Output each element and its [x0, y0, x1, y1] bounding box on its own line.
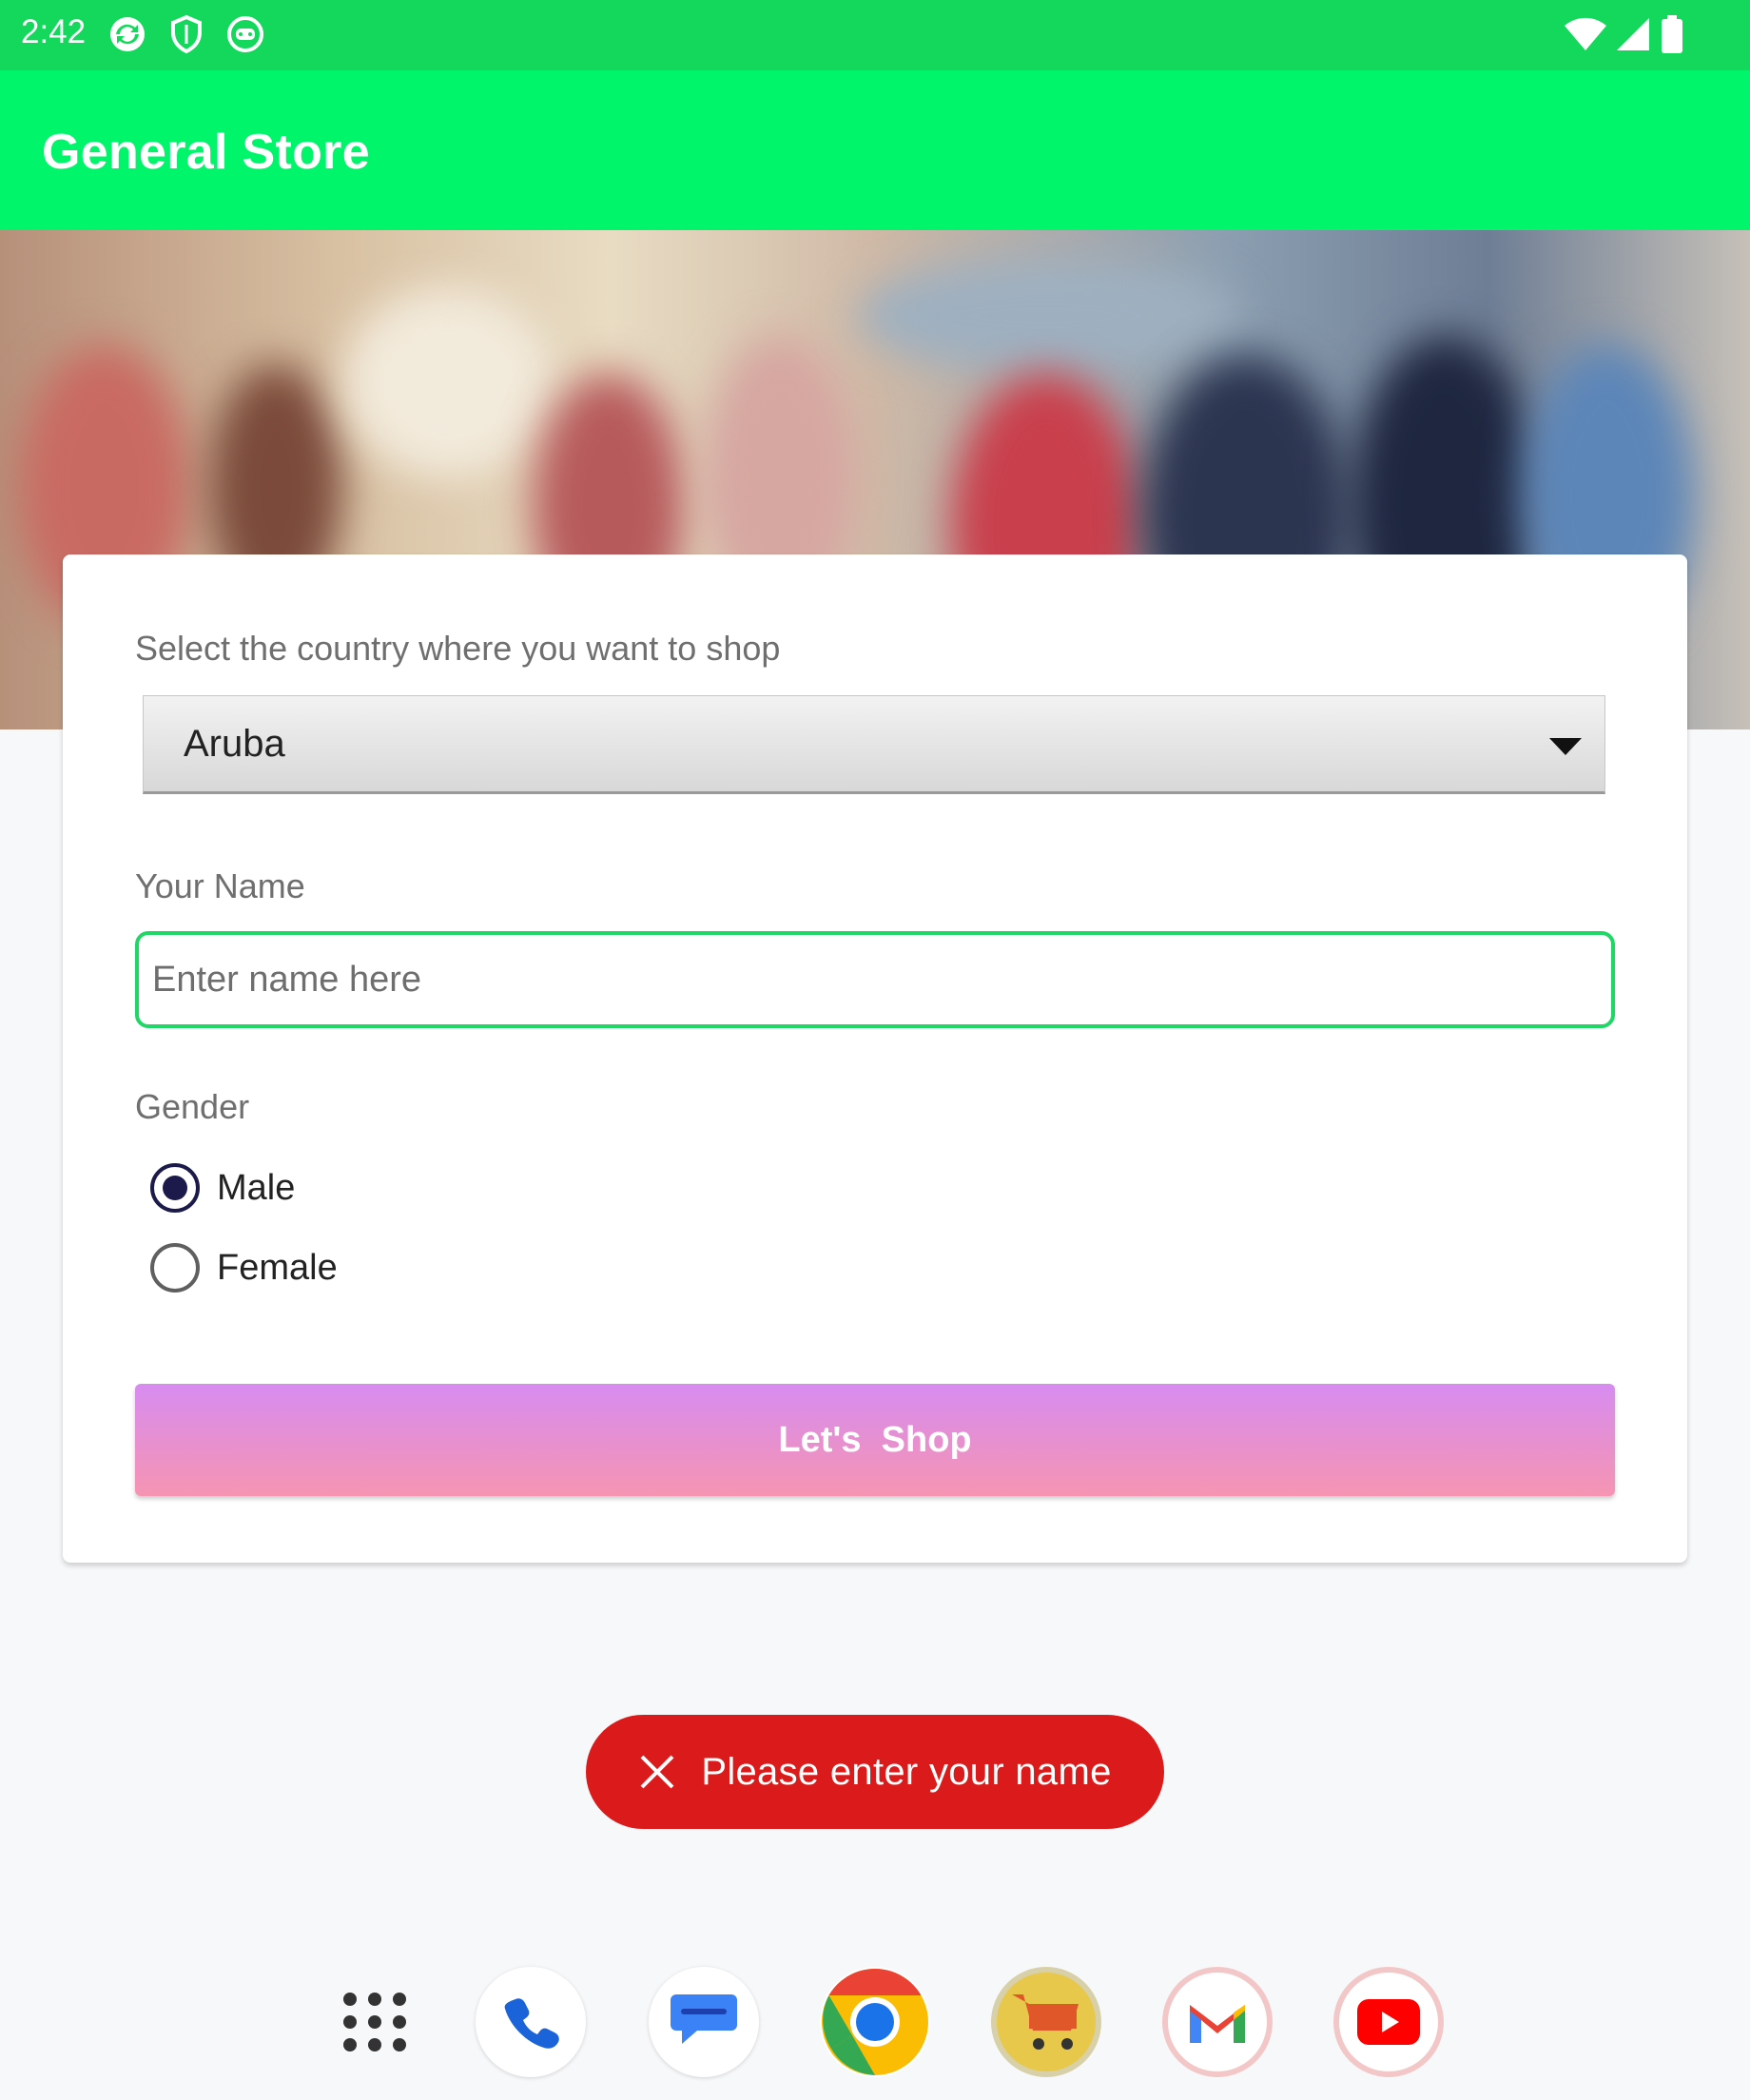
form-card: Select the country where you want to sho… [63, 554, 1687, 1563]
shopping-cart-icon[interactable] [991, 1967, 1101, 2077]
app-drawer-icon[interactable] [320, 1967, 430, 2077]
radio-male[interactable]: Male [150, 1163, 295, 1213]
radio-female-label: Female [217, 1247, 338, 1288]
lets-shop-button[interactable]: Let's Shop [135, 1384, 1615, 1496]
robot-icon [227, 16, 263, 52]
signal-icon [1617, 18, 1649, 50]
radio-female-button[interactable] [150, 1243, 200, 1293]
battery-icon [1662, 15, 1682, 53]
phone-icon[interactable] [476, 1967, 586, 2077]
youtube-icon[interactable] [1333, 1967, 1444, 2077]
error-toast: Please enter your name [586, 1715, 1164, 1829]
country-label: Select the country where you want to sho… [135, 629, 781, 668]
name-label: Your Name [135, 866, 305, 905]
app-bar: General Store [0, 70, 1750, 230]
gender-label: Gender [135, 1087, 250, 1126]
radio-female[interactable]: Female [150, 1243, 338, 1293]
name-input[interactable] [135, 931, 1615, 1028]
country-dropdown[interactable]: Aruba [143, 695, 1605, 794]
wifi-icon [1565, 17, 1606, 50]
app-title: General Store [42, 125, 370, 180]
app-dock [0, 1967, 1750, 2081]
messages-icon[interactable] [649, 1967, 759, 2077]
radio-male-label: Male [217, 1167, 296, 1208]
close-icon [640, 1755, 674, 1789]
status-time: 2:42 [21, 13, 87, 50]
dropdown-arrow-icon [1549, 738, 1582, 755]
country-selected-value: Aruba [184, 723, 285, 765]
chrome-icon[interactable] [820, 1967, 930, 2077]
radio-male-button[interactable] [150, 1163, 200, 1213]
sync-icon [110, 17, 145, 51]
gmail-icon[interactable] [1162, 1967, 1273, 2077]
status-bar: 2:42 [0, 0, 1750, 70]
shield-icon [171, 14, 202, 54]
toast-message: Please enter your name [701, 1750, 1112, 1793]
